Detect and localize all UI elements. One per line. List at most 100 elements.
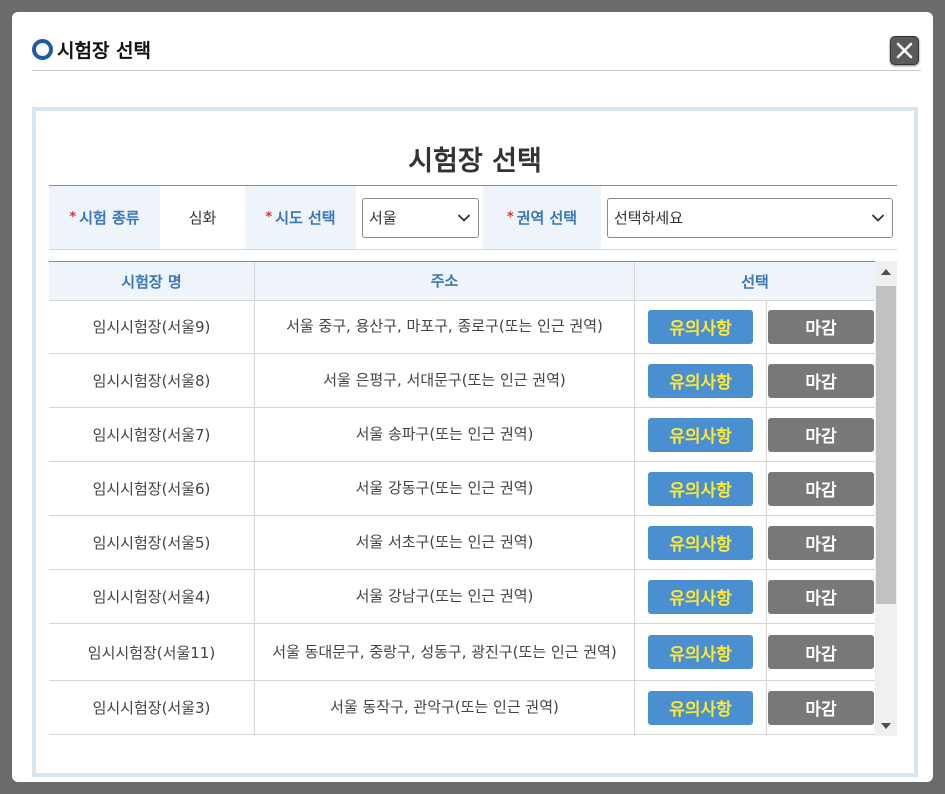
- required-star: *: [69, 210, 77, 225]
- note-cell: 유의사항: [635, 624, 767, 680]
- site-name: [49, 735, 255, 736]
- note-cell: 유의사항: [635, 681, 767, 734]
- arrow-down-icon: [881, 722, 891, 729]
- closed-button[interactable]: 마감: [768, 690, 874, 725]
- panel-title: 시험장 선택: [408, 146, 542, 177]
- filter-bar: * 시험 종류 심화 * 시도 선택 서울 * 권역 선택 선택하세요: [49, 185, 897, 250]
- required-star: *: [506, 210, 514, 225]
- table-row: 임시시험장(서울5) 서울 서초구(또는 인근 권역) 유의사항 마감: [49, 516, 875, 570]
- table-row: 임시시험장(서울6) 서울 강동구(또는 인근 권역) 유의사항 마감: [49, 462, 875, 516]
- exam-type-value: 심화: [188, 209, 217, 227]
- notice-button[interactable]: 유의사항: [648, 363, 753, 398]
- region-label-text: 시도 선택: [275, 209, 336, 227]
- note-cell: 유의사항: [635, 408, 767, 461]
- status-cell: 마감: [767, 354, 875, 407]
- table-row: 임시시험장(서울7) 서울 송파구(또는 인근 권역) 유의사항 마감: [49, 408, 875, 462]
- area-select-value: 선택하세요: [614, 209, 684, 227]
- area-select[interactable]: 선택하세요: [607, 197, 893, 238]
- scrollbar-thumb[interactable]: [876, 286, 896, 604]
- closed-button[interactable]: 마감: [768, 579, 874, 614]
- region-select-value: 서울: [369, 209, 397, 227]
- close-button[interactable]: [890, 36, 919, 65]
- arrow-up-icon: [881, 268, 891, 275]
- site-address: 서울 동작구, 관악구(또는 인근 권역): [255, 681, 635, 734]
- closed-button[interactable]: 마감: [768, 471, 874, 506]
- site-address: 서울 은평구, 서대문구(또는 인근 권역): [255, 354, 635, 407]
- note-cell: 유의사항: [635, 570, 767, 623]
- site-address: 서울 강남구(또는 인근 권역): [255, 570, 635, 623]
- notice-button[interactable]: 유의사항: [648, 309, 753, 344]
- notice-button[interactable]: 유의사항: [648, 690, 753, 725]
- notice-button[interactable]: 유의사항: [648, 471, 753, 506]
- status-cell: [767, 735, 875, 736]
- dialog-title: 시험장 선택: [32, 38, 152, 62]
- title-divider: [32, 70, 921, 71]
- column-header-name: 시험장 명: [49, 262, 255, 300]
- site-name: 임시시험장(서울8): [49, 354, 255, 407]
- area-label-text: 권역 선택: [516, 209, 578, 227]
- note-cell: 유의사항: [635, 462, 767, 515]
- notice-button[interactable]: 유의사항: [648, 525, 753, 560]
- site-name: 임시시험장(서울5): [49, 516, 255, 569]
- status-cell: 마감: [767, 516, 875, 569]
- scroll-down-button[interactable]: [875, 716, 897, 736]
- table-row: 임시시험장(서울8) 서울 은평구, 서대문구(또는 인근 권역) 유의사항 마…: [49, 354, 875, 408]
- region-select-cell: 서울: [356, 186, 483, 249]
- status-cell: 마감: [767, 570, 875, 623]
- note-cell: 유의사항: [635, 354, 767, 407]
- site-address: 서울 강동구(또는 인근 권역): [255, 462, 635, 515]
- column-header-select: 선택: [741, 272, 769, 291]
- area-select-cell: 선택하세요: [601, 186, 897, 249]
- exam-site-dialog: 시험장 선택 시험장 선택 * 시험 종류 심화 * 시도 선택 서울 * 권역…: [12, 12, 933, 782]
- status-cell: 마감: [767, 462, 875, 515]
- site-address: 서울 서초구(또는 인근 권역): [255, 516, 635, 569]
- dialog-title-text: 시험장 선택: [57, 39, 152, 62]
- closed-button[interactable]: 마감: [768, 635, 874, 669]
- table-row: [49, 735, 875, 736]
- site-address: [255, 735, 635, 736]
- closed-button[interactable]: 마감: [768, 525, 874, 560]
- exam-type-label-text: 시험 종류: [79, 209, 140, 227]
- scroll-up-button[interactable]: [875, 261, 897, 281]
- site-address: 서울 동대문구, 중랑구, 성동구, 광진구(또는 인근 권역): [255, 624, 635, 680]
- site-address: 서울 중구, 용산구, 마포구, 종로구(또는 인근 권역): [255, 300, 635, 353]
- status-cell: 마감: [767, 300, 875, 353]
- area-label: * 권역 선택: [483, 186, 601, 249]
- table-row: 임시시험장(서울3) 서울 동작구, 관악구(또는 인근 권역) 유의사항 마감: [49, 681, 875, 735]
- table-row: 임시시험장(서울11) 서울 동대문구, 중랑구, 성동구, 광진구(또는 인근…: [49, 624, 875, 681]
- site-name: 임시시험장(서울9): [49, 300, 255, 353]
- exam-type-label: * 시험 종류: [49, 186, 160, 249]
- region-select[interactable]: 서울: [362, 197, 479, 238]
- content-panel: 시험장 선택 * 시험 종류 심화 * 시도 선택 서울 * 권역 선택 선택하…: [32, 107, 918, 777]
- table-row: 임시시험장(서울9) 서울 중구, 용산구, 마포구, 종로구(또는 인근 권역…: [49, 300, 875, 354]
- status-cell: 마감: [767, 408, 875, 461]
- site-name: 임시시험장(서울7): [49, 408, 255, 461]
- note-cell: [635, 735, 767, 736]
- region-label: * 시도 선택: [245, 186, 356, 249]
- site-name: 임시시험장(서울6): [49, 462, 255, 515]
- notice-button[interactable]: 유의사항: [648, 579, 753, 614]
- table-body: 임시시험장(서울9) 서울 중구, 용산구, 마포구, 종로구(또는 인근 권역…: [49, 300, 875, 736]
- site-name: 임시시험장(서울4): [49, 570, 255, 623]
- chevron-down-icon: [871, 213, 885, 222]
- ring-icon: [32, 38, 53, 60]
- closed-button[interactable]: 마감: [768, 363, 874, 398]
- site-address: 서울 송파구(또는 인근 권역): [255, 408, 635, 461]
- close-icon: [896, 42, 913, 59]
- table-row: 임시시험장(서울4) 서울 강남구(또는 인근 권역) 유의사항 마감: [49, 570, 875, 624]
- column-header-address: 주소: [255, 262, 635, 300]
- table-header: 시험장 명 주소 선택: [49, 261, 875, 301]
- status-cell: 마감: [767, 624, 875, 680]
- table-scrollbar[interactable]: [875, 261, 897, 736]
- chevron-down-icon: [457, 213, 471, 222]
- notice-button[interactable]: 유의사항: [648, 417, 753, 452]
- notice-button[interactable]: 유의사항: [648, 635, 753, 669]
- closed-button[interactable]: 마감: [768, 417, 874, 452]
- status-cell: 마감: [767, 681, 875, 734]
- closed-button[interactable]: 마감: [768, 309, 874, 344]
- site-name: 임시시험장(서울3): [49, 681, 255, 734]
- note-cell: 유의사항: [635, 516, 767, 569]
- required-star: *: [265, 210, 273, 225]
- note-cell: 유의사항: [635, 300, 767, 353]
- site-name: 임시시험장(서울11): [49, 624, 255, 680]
